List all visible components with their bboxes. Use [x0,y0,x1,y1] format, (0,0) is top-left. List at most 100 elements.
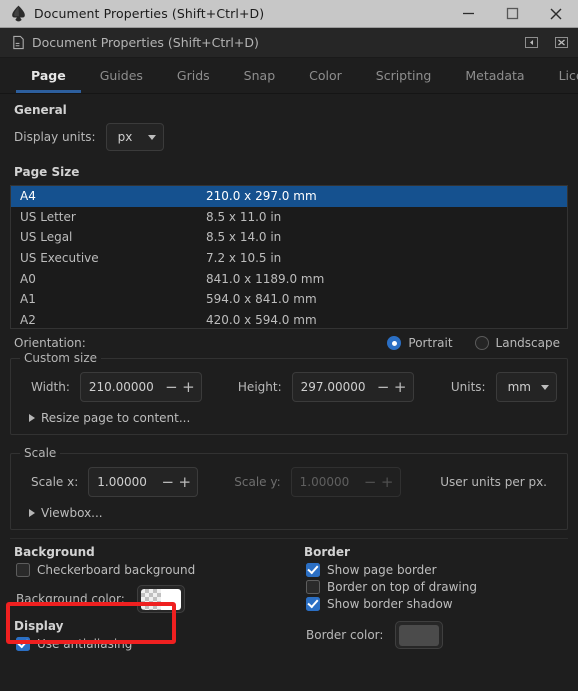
width-decrement-button[interactable]: − [163,375,180,399]
portrait-label: Portrait [408,336,453,350]
viewbox-label: Viewbox... [41,506,103,520]
resize-page-to-content-expander[interactable]: Resize page to content... [29,411,190,425]
border-on-top-option[interactable]: Border on top of drawing [306,580,570,594]
page-size-dims: 210.0 x 297.0 mm [206,189,317,204]
checkerboard-background-option[interactable]: Checkerboard background [16,563,298,577]
display-units-dropdown[interactable]: px [105,123,164,151]
page-size-row-us-legal[interactable]: US Legal 8.5 x 14.0 in [11,227,567,248]
show-border-shadow-label: Show border shadow [327,597,453,611]
orientation-row: Orientation: Portrait Landscape [14,336,564,350]
background-color-swatch-button[interactable] [136,585,185,613]
orientation-landscape-option[interactable]: Landscape [474,336,560,350]
page-size-row-us-letter[interactable]: US Letter 8.5 x 11.0 in [11,207,567,228]
user-units-note: User units per px. [440,475,547,489]
page-size-heading: Page Size [14,165,80,179]
border-color-swatch-button[interactable] [395,621,444,649]
page-size-dims: 841.0 x 1189.0 mm [206,271,325,286]
show-border-shadow-option[interactable]: Show border shadow [306,597,570,611]
show-page-border-option[interactable]: Show page border [306,563,570,577]
height-decrement-button[interactable]: − [375,375,392,399]
orientation-label: Orientation: [14,336,86,350]
scale-y-label: Scale y: [234,475,281,489]
checkerboard-background-label: Checkerboard background [37,563,196,577]
border-heading: Border [304,545,350,559]
swatch-solid-white [160,588,181,610]
scale-y-value: 1.00000 [299,475,350,489]
section-divider [10,538,568,539]
scale-x-decrement-button[interactable]: − [159,470,176,494]
window-title: Document Properties (Shift+Ctrl+D) [34,6,265,21]
chevron-down-icon [541,384,549,390]
border-color-label: Border color: [306,628,384,642]
tab-color[interactable]: Color [292,58,359,93]
border-color-swatch [399,624,440,646]
tab-page[interactable]: Page [14,58,83,93]
page-size-list[interactable]: A4 210.0 x 297.0 mm US Letter 8.5 x 11.0… [10,185,568,329]
page-size-dims: 594.0 x 841.0 mm [206,292,317,307]
page-size-row-a1[interactable]: A1 594.0 x 841.0 mm [11,289,567,310]
page-size-dims: 8.5 x 11.0 in [206,209,282,224]
show-page-border-label: Show page border [327,563,437,577]
portrait-radio[interactable] [387,336,402,350]
height-increment-button[interactable]: + [392,375,409,399]
page-size-name: US Letter [20,209,76,224]
tab-guides[interactable]: Guides [83,58,160,93]
swatch-transparency-checker [140,588,161,610]
checkerboard-background-checkbox[interactable] [16,563,30,577]
display-units-row: Display units: px [14,123,570,151]
border-color-row: Border color: [306,621,570,649]
background-heading: Background [14,545,95,559]
bottom-columns: Background Checkerboard background Backg… [8,545,570,654]
inkscape-logo-icon [5,1,31,27]
page-size-name: A1 [20,292,36,307]
show-page-border-checkbox[interactable] [306,563,320,577]
dock-close-button[interactable] [550,34,572,52]
landscape-radio[interactable] [474,336,489,350]
document-properties-window: Document Properties (Shift+Ctrl+D) Docum… [0,0,578,691]
page-size-row-a0[interactable]: A0 841.0 x 1189.0 mm [11,268,567,289]
minimize-button[interactable] [446,0,490,28]
page-size-dims: 7.2 x 10.5 in [206,251,282,266]
scale-y-decrement-button[interactable]: − [362,470,379,494]
tab-snap[interactable]: Snap [227,58,292,93]
page-tab-content: General Display units: px Page Size A4 2… [0,103,578,691]
general-heading: General [14,103,67,117]
page-size-dims: 420.0 x 594.0 mm [206,312,317,327]
document-properties-icon [9,34,27,52]
viewbox-expander[interactable]: Viewbox... [29,506,103,520]
tab-scripting[interactable]: Scripting [359,58,449,93]
units-dropdown[interactable]: mm [495,372,557,402]
scale-y-increment-button[interactable]: + [379,470,396,494]
show-border-shadow-checkbox[interactable] [306,597,320,611]
width-value: 210.00000 [88,380,154,394]
chevron-down-icon [147,134,156,140]
height-spinbox[interactable]: 297.00000 − + [291,372,414,402]
use-antialiasing-option[interactable]: Use antialiasing [16,637,298,651]
close-button[interactable] [534,0,578,28]
scale-x-spinbox[interactable]: 1.00000 − + [88,467,199,497]
page-size-row-us-executive[interactable]: US Executive 7.2 x 10.5 in [11,248,567,269]
page-size-row-a4[interactable]: A4 210.0 x 297.0 mm [11,186,567,207]
page-size-dims: 8.5 x 14.0 in [206,230,282,245]
tab-license[interactable]: License [542,58,578,93]
border-on-top-checkbox[interactable] [306,580,320,594]
width-spinbox[interactable]: 210.00000 − + [79,372,202,402]
background-color-swatch [140,588,181,610]
width-increment-button[interactable]: + [180,375,197,399]
window-titlebar: Document Properties (Shift+Ctrl+D) [0,0,578,28]
scale-x-increment-button[interactable]: + [176,470,193,494]
background-color-label: Background color: [16,592,125,606]
scale-legend: Scale [20,446,61,460]
dock-header-title: Document Properties (Shift+Ctrl+D) [32,35,259,50]
scale-y-spinbox[interactable]: 1.00000 − + [290,467,401,497]
border-on-top-label: Border on top of drawing [327,580,477,594]
page-size-row-a2[interactable]: A2 420.0 x 594.0 mm [11,310,567,328]
tab-metadata[interactable]: Metadata [448,58,541,93]
orientation-portrait-option[interactable]: Portrait [387,336,453,350]
page-size-name: US Executive [20,251,99,266]
border-column: Border Show page border Border on top of… [298,545,570,649]
tab-grids[interactable]: Grids [160,58,227,93]
use-antialiasing-checkbox[interactable] [16,637,30,651]
maximize-button[interactable] [490,0,534,28]
dock-collapse-button[interactable] [520,34,542,52]
